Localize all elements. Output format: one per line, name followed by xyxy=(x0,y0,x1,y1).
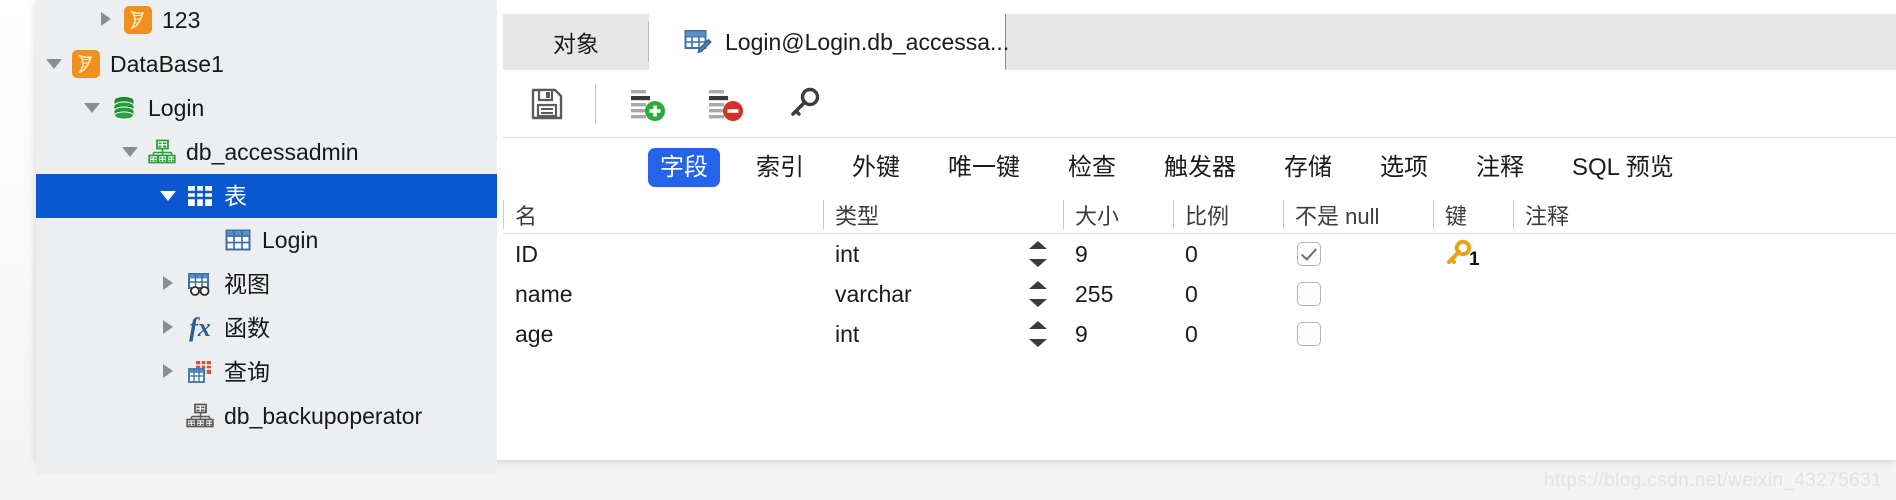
tree-item-label: db_backupoperator xyxy=(224,403,423,429)
delete-field-button[interactable] xyxy=(700,80,752,128)
add-field-button[interactable] xyxy=(622,80,674,128)
object-tree-sidebar[interactable]: 123 DataBase1 Login db_accessadmin 表 Login 视图 f… xyxy=(36,0,497,474)
cell-大小[interactable]: 9 xyxy=(1063,314,1173,354)
database-cylinder-icon xyxy=(110,94,138,122)
tree-item-label: 函数 xyxy=(224,315,270,341)
editor-subtabs[interactable]: 字段 索引 外键 唯一键 检查 触发器 存储 选项 注释 SQL 预览 xyxy=(503,138,1896,196)
primary-key-button[interactable] xyxy=(778,80,830,128)
save-button[interactable] xyxy=(521,80,573,128)
column-header-5[interactable]: 键 xyxy=(1433,196,1513,233)
tab-objects-label: 对象 xyxy=(553,31,599,57)
tree-item-8[interactable]: 查询 xyxy=(36,350,497,394)
chevron-down-icon[interactable] xyxy=(82,97,104,119)
table-edit-icon xyxy=(683,27,713,57)
column-header-3[interactable]: 比例 xyxy=(1173,196,1283,233)
cell-比例[interactable]: 0 xyxy=(1173,274,1283,314)
tab-strip: 对象 Login@Login.db_accessa... xyxy=(503,14,1896,70)
editor-toolbar xyxy=(503,70,1896,138)
column-header-4[interactable]: 不是 null xyxy=(1283,196,1433,233)
function-fx-icon: fx xyxy=(189,313,211,342)
tree-item-label: 查询 xyxy=(224,359,270,385)
tab-table-editor[interactable]: Login@Login.db_accessa... xyxy=(649,14,1010,70)
cell-名[interactable]: ID xyxy=(503,234,823,274)
chevron-right-icon[interactable] xyxy=(158,317,180,339)
fields-grid: 名类型 大小 比例 不是 null 键注释 ID int 9 0 1 name varchar 255… xyxy=(503,196,1896,460)
tab-objects[interactable]: 对象 xyxy=(503,14,649,70)
subtab-0[interactable]: 字段 xyxy=(648,147,720,187)
type-length-stepper[interactable] xyxy=(1025,277,1051,311)
database-orange-icon xyxy=(72,50,100,78)
cell-注释[interactable] xyxy=(1513,274,1896,314)
column-header-0[interactable]: 名 xyxy=(503,196,823,233)
table-row[interactable]: name varchar 255 0 xyxy=(503,274,1896,314)
watermark: https://blog.csdn.net/weixin_43275631 xyxy=(1543,470,1882,491)
tree-item-label: 123 xyxy=(162,7,201,33)
subtab-9[interactable]: SQL 预览 xyxy=(1560,148,1686,187)
subtab-8[interactable]: 注释 xyxy=(1464,148,1536,187)
subtab-4[interactable]: 检查 xyxy=(1056,148,1128,187)
table-grid-white-icon xyxy=(186,182,214,210)
cell-名[interactable]: age xyxy=(503,314,823,354)
tree-item-5[interactable]: Login xyxy=(36,218,497,262)
chevron-right-icon[interactable] xyxy=(158,361,180,383)
column-header-6[interactable]: 注释 xyxy=(1513,196,1896,233)
cell-大小[interactable]: 255 xyxy=(1063,274,1173,314)
main-panel: 对象 Login@Login.db_accessa... 字段 索引 外键 唯一… xyxy=(503,0,1896,460)
tree-item-6[interactable]: 视图 xyxy=(36,262,497,306)
cell-比例[interactable]: 0 xyxy=(1173,234,1283,274)
not-null-checkbox[interactable] xyxy=(1297,322,1321,346)
cell-比例[interactable]: 0 xyxy=(1173,314,1283,354)
view-icon xyxy=(186,270,214,298)
chevron-down-icon[interactable] xyxy=(158,185,180,207)
tree-item-4[interactable]: 表 xyxy=(36,174,497,218)
tree-item-3[interactable]: db_accessadmin xyxy=(36,130,497,174)
column-header-2[interactable]: 大小 xyxy=(1063,196,1173,233)
database-orange-icon xyxy=(124,6,152,34)
cell-大小[interactable]: 9 xyxy=(1063,234,1173,274)
not-null-checkbox[interactable] xyxy=(1297,282,1321,306)
column-header-1[interactable]: 类型 xyxy=(823,196,1063,233)
query-icon xyxy=(186,358,214,386)
primary-key-indicator[interactable]: 1 xyxy=(1443,239,1480,274)
toolbar-separator xyxy=(595,84,596,124)
subtab-1[interactable]: 索引 xyxy=(744,148,816,187)
users-group-icon xyxy=(148,138,176,166)
fields-grid-header: 名类型 大小 比例 不是 null 键注释 xyxy=(503,196,1896,234)
cell-注释[interactable] xyxy=(1513,314,1896,354)
cell-注释[interactable] xyxy=(1513,234,1896,274)
primary-key-order: 1 xyxy=(1469,249,1480,270)
type-length-stepper[interactable] xyxy=(1025,317,1051,351)
not-null-checkbox[interactable] xyxy=(1297,242,1321,266)
tree-item-9[interactable]: db_backupoperator xyxy=(36,394,497,438)
subtab-7[interactable]: 选项 xyxy=(1368,148,1440,187)
subtab-5[interactable]: 触发器 xyxy=(1152,148,1248,187)
table-row[interactable]: ID int 9 0 1 xyxy=(503,234,1896,274)
chevron-right-icon[interactable] xyxy=(158,273,180,295)
subtab-2[interactable]: 外键 xyxy=(840,148,912,187)
subtab-6[interactable]: 存储 xyxy=(1272,148,1344,187)
tab-table-editor-label: Login@Login.db_accessa... xyxy=(725,28,1010,55)
tree-item-label: 视图 xyxy=(224,271,270,297)
cell-名[interactable]: name xyxy=(503,274,823,314)
subtab-3[interactable]: 唯一键 xyxy=(936,148,1032,187)
type-length-stepper[interactable] xyxy=(1025,237,1051,271)
app-window: 123 DataBase1 Login db_accessadmin 表 Login 视图 f… xyxy=(36,0,1896,474)
table-grid-blue-icon xyxy=(224,226,252,254)
tree-item-label: DataBase1 xyxy=(110,51,224,77)
tree-item-label: Login xyxy=(262,227,319,253)
tree-item-label: 表 xyxy=(224,183,247,209)
table-row[interactable]: age int 9 0 xyxy=(503,314,1896,354)
users-group-gray-icon xyxy=(186,402,214,430)
tree-item-7[interactable]: fx 函数 xyxy=(36,306,497,350)
tree-item-0[interactable]: 123 xyxy=(36,0,497,42)
tree-item-1[interactable]: DataBase1 xyxy=(36,42,497,86)
chevron-down-icon[interactable] xyxy=(120,141,142,163)
tree-item-2[interactable]: Login xyxy=(36,86,497,130)
tree-item-label: Login xyxy=(148,95,205,121)
chevron-down-icon[interactable] xyxy=(44,53,66,75)
chevron-right-icon[interactable] xyxy=(96,9,118,31)
tree-item-label: db_accessadmin xyxy=(186,139,359,165)
